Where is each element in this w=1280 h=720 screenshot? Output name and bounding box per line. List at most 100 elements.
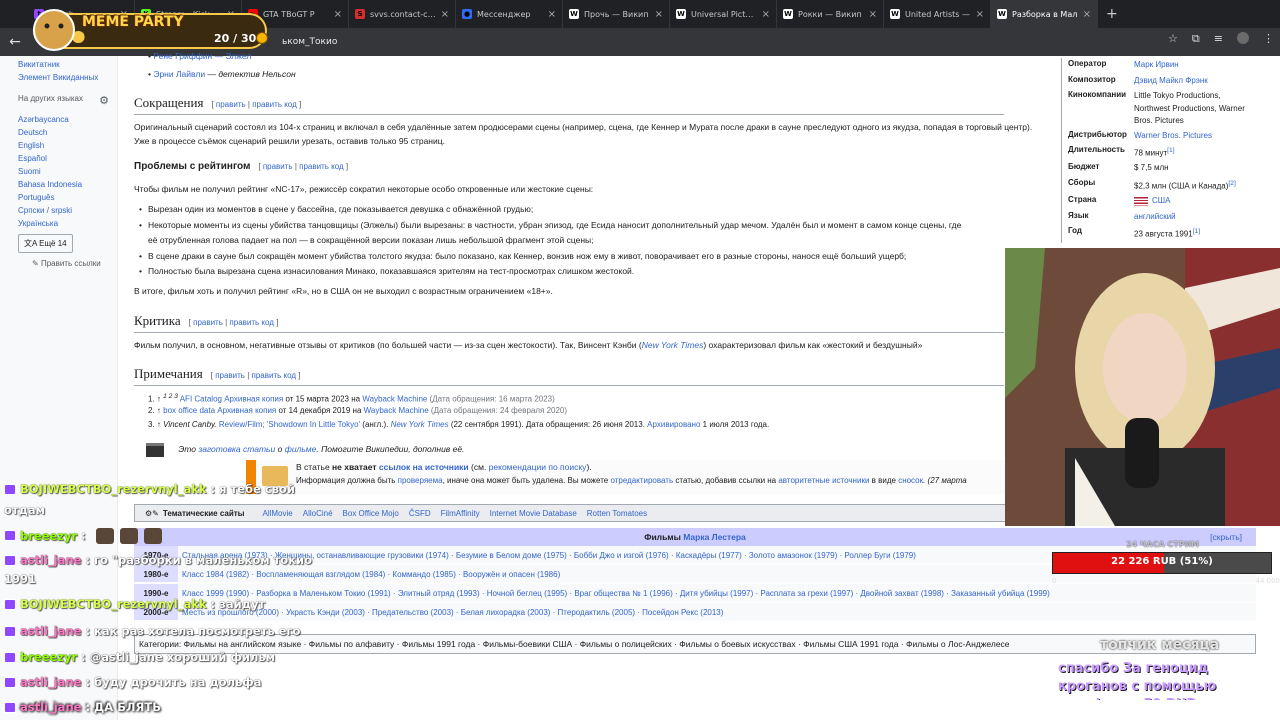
ref-link[interactable]: AFI Catalog (180, 395, 222, 404)
profile-avatar-icon[interactable] (1237, 32, 1249, 44)
edit-source-link[interactable]: править код (229, 318, 274, 327)
tab-close-icon[interactable]: × (762, 9, 770, 20)
sidebar-link-wikiquote[interactable]: Викитатник (18, 58, 117, 71)
infobox-value-text[interactable]: Warner Bros. Pictures (1134, 131, 1212, 140)
sources-link[interactable]: ссылок на источники (377, 462, 469, 472)
settings-gear-icon[interactable]: ⚙✎ (145, 509, 159, 518)
edit-section-link[interactable]: править (216, 100, 246, 109)
extensions-icon[interactable]: ⧉ (1192, 32, 1200, 46)
nyt-link[interactable]: New York Times (391, 420, 449, 429)
search-guide-link[interactable]: рекомендации по поиску (489, 462, 587, 472)
language-link[interactable]: Azərbaycanca (18, 113, 117, 126)
archived-link[interactable]: Архивировано (647, 420, 700, 429)
new-tab-button[interactable]: + (1098, 6, 1126, 22)
warning-text: В статье (296, 462, 333, 472)
navbox-row-films[interactable]: Месть из прошлого (2000) · Украсть Кэнди… (178, 603, 1256, 620)
browser-tab[interactable]: W Universal Picture × (670, 0, 777, 28)
language-link[interactable]: Português (18, 191, 117, 204)
nyt-link[interactable]: New York Times (642, 340, 704, 350)
edit-source-link[interactable]: править код (299, 162, 344, 171)
footnote-link[interactable]: [1] (1193, 228, 1200, 235)
chat-username[interactable]: BOJIWEBCTBO_rezervnyl_akk (20, 482, 207, 496)
infobox-value-text[interactable]: Дэвид Майкл Фрэнк (1134, 76, 1208, 85)
language-link[interactable]: Српски / srpski (18, 204, 117, 217)
navbox-hide-toggle[interactable]: [скрыть] (1210, 528, 1242, 546)
reliable-sources-link[interactable]: авторитетные источники (778, 476, 869, 485)
tab-close-icon[interactable]: × (334, 9, 342, 20)
browser-tab[interactable]: W Рокки — Викип × (777, 0, 884, 28)
tab-close-icon[interactable]: × (441, 9, 449, 20)
sidebar-link-wikidata[interactable]: Элемент Викиданных (18, 71, 117, 84)
more-languages-button[interactable]: 文A Ещё 14 (18, 234, 73, 253)
thematic-site-link[interactable]: Box Office Mojo (343, 509, 399, 518)
media-controls-icon[interactable]: ≡ (1214, 32, 1223, 46)
tab-favicon-icon: W (890, 9, 900, 19)
cast-link-lively[interactable]: Эрни Лайвли (153, 69, 205, 79)
wayback-link[interactable]: Wayback Machine (364, 406, 429, 415)
tab-close-icon[interactable]: × (869, 9, 877, 20)
chat-username[interactable]: astli_jane (20, 624, 81, 638)
chat-username[interactable]: astli_jane (20, 553, 81, 567)
browser-tab[interactable]: W Прочь — Викип × (563, 0, 670, 28)
ref-backlinks[interactable]: 1 2 3 (163, 393, 178, 400)
edit-source-link[interactable]: править код (252, 100, 297, 109)
cast-link-partial[interactable]: Рене Гриффин — Элжел (153, 51, 251, 61)
languages-settings-gear-icon[interactable]: ⚙ (99, 94, 109, 107)
browser-tab[interactable]: ● Мессенджер × (456, 0, 563, 28)
navbox-row-films[interactable]: Класс 1999 (1990) · Разборка в Маленьком… (178, 584, 1256, 601)
tab-title: Universal Picture (691, 9, 757, 19)
edit-links-link[interactable]: ✎ Править ссылки (32, 259, 117, 268)
tab-close-icon[interactable]: × (655, 9, 663, 20)
language-link[interactable]: English (18, 139, 117, 152)
tab-close-icon[interactable]: × (1083, 9, 1091, 20)
stub-link[interactable]: заготовка статьи (198, 444, 275, 454)
ref-link[interactable]: box office data (163, 406, 215, 415)
language-link[interactable]: Suomi (18, 165, 117, 178)
ref-link[interactable]: Review/Film; 'Showdown In Little Tokyo' (219, 420, 360, 429)
tab-close-icon[interactable]: × (976, 9, 984, 20)
footnote-link[interactable]: [1] (1167, 147, 1174, 154)
chat-username[interactable]: BOJIWEBCTBO_rezervnyl_akk (20, 597, 207, 611)
language-link[interactable]: Deutsch (18, 126, 117, 139)
language-link[interactable]: Español (18, 152, 117, 165)
archive-link[interactable]: Архивная копия (217, 406, 276, 415)
browser-menu-icon[interactable]: ⋮ (1263, 32, 1274, 46)
thematic-site-link[interactable]: ČSFD (409, 509, 431, 518)
thematic-site-link[interactable]: Internet Movie Database (490, 509, 577, 518)
archive-link[interactable]: Архивная копия (224, 395, 283, 404)
edit-section-link[interactable]: править (263, 162, 293, 171)
thematic-site-link[interactable]: AllMovie (263, 509, 293, 518)
infobox-value-text[interactable]: Марк Ирвин (1134, 60, 1179, 69)
tab-close-icon[interactable]: × (548, 9, 556, 20)
browser-tab[interactable]: W United Artists — × (884, 0, 991, 28)
browser-tab[interactable]: W Разборка в Мал × (991, 0, 1098, 28)
infobox-value-text[interactable]: США (1152, 196, 1170, 205)
thematic-site-link[interactable]: FilmAffinity (441, 509, 480, 518)
verifiable-link[interactable]: проверяема (398, 476, 443, 485)
director-link[interactable]: Марка Лестера (683, 532, 746, 542)
infobox-key: Кинокомпании (1068, 90, 1127, 100)
edit-article-link[interactable]: отредактировать (610, 476, 673, 485)
edit-source-link[interactable]: править код (252, 371, 297, 380)
footnotes-link[interactable]: сносок (898, 476, 923, 485)
thematic-site-link[interactable]: Rotten Tomatoes (587, 509, 647, 518)
back-arrow-icon[interactable]: ← (0, 34, 30, 50)
language-link[interactable]: Українська (18, 217, 117, 230)
chat-username[interactable]: astli_jane (20, 675, 81, 689)
chat-username[interactable]: astli_jane (20, 700, 81, 714)
infobox-key: Длительность (1068, 145, 1125, 155)
thematic-site-link[interactable]: AlloCiné (303, 509, 333, 518)
browser-tab[interactable]: Ssvvs.contact-cen × (349, 0, 456, 28)
rating-cut-item: Полностью была вырезана сцена изнасилова… (139, 264, 1048, 280)
chat-username[interactable]: breeezyr (20, 529, 77, 543)
chat-username[interactable]: breeezyr (20, 650, 77, 664)
stub-film-link[interactable]: фильме (285, 444, 317, 454)
edit-section-link[interactable]: править (215, 371, 245, 380)
infobox-value-text[interactable]: английский (1134, 212, 1176, 221)
stub-text: о (275, 444, 285, 454)
footnote-link[interactable]: [2] (1228, 180, 1235, 187)
bookmark-star-icon[interactable]: ☆ (1168, 32, 1178, 46)
edit-section-link[interactable]: править (193, 318, 223, 327)
wayback-link[interactable]: Wayback Machine (362, 395, 427, 404)
language-link[interactable]: Bahasa Indonesia (18, 178, 117, 191)
